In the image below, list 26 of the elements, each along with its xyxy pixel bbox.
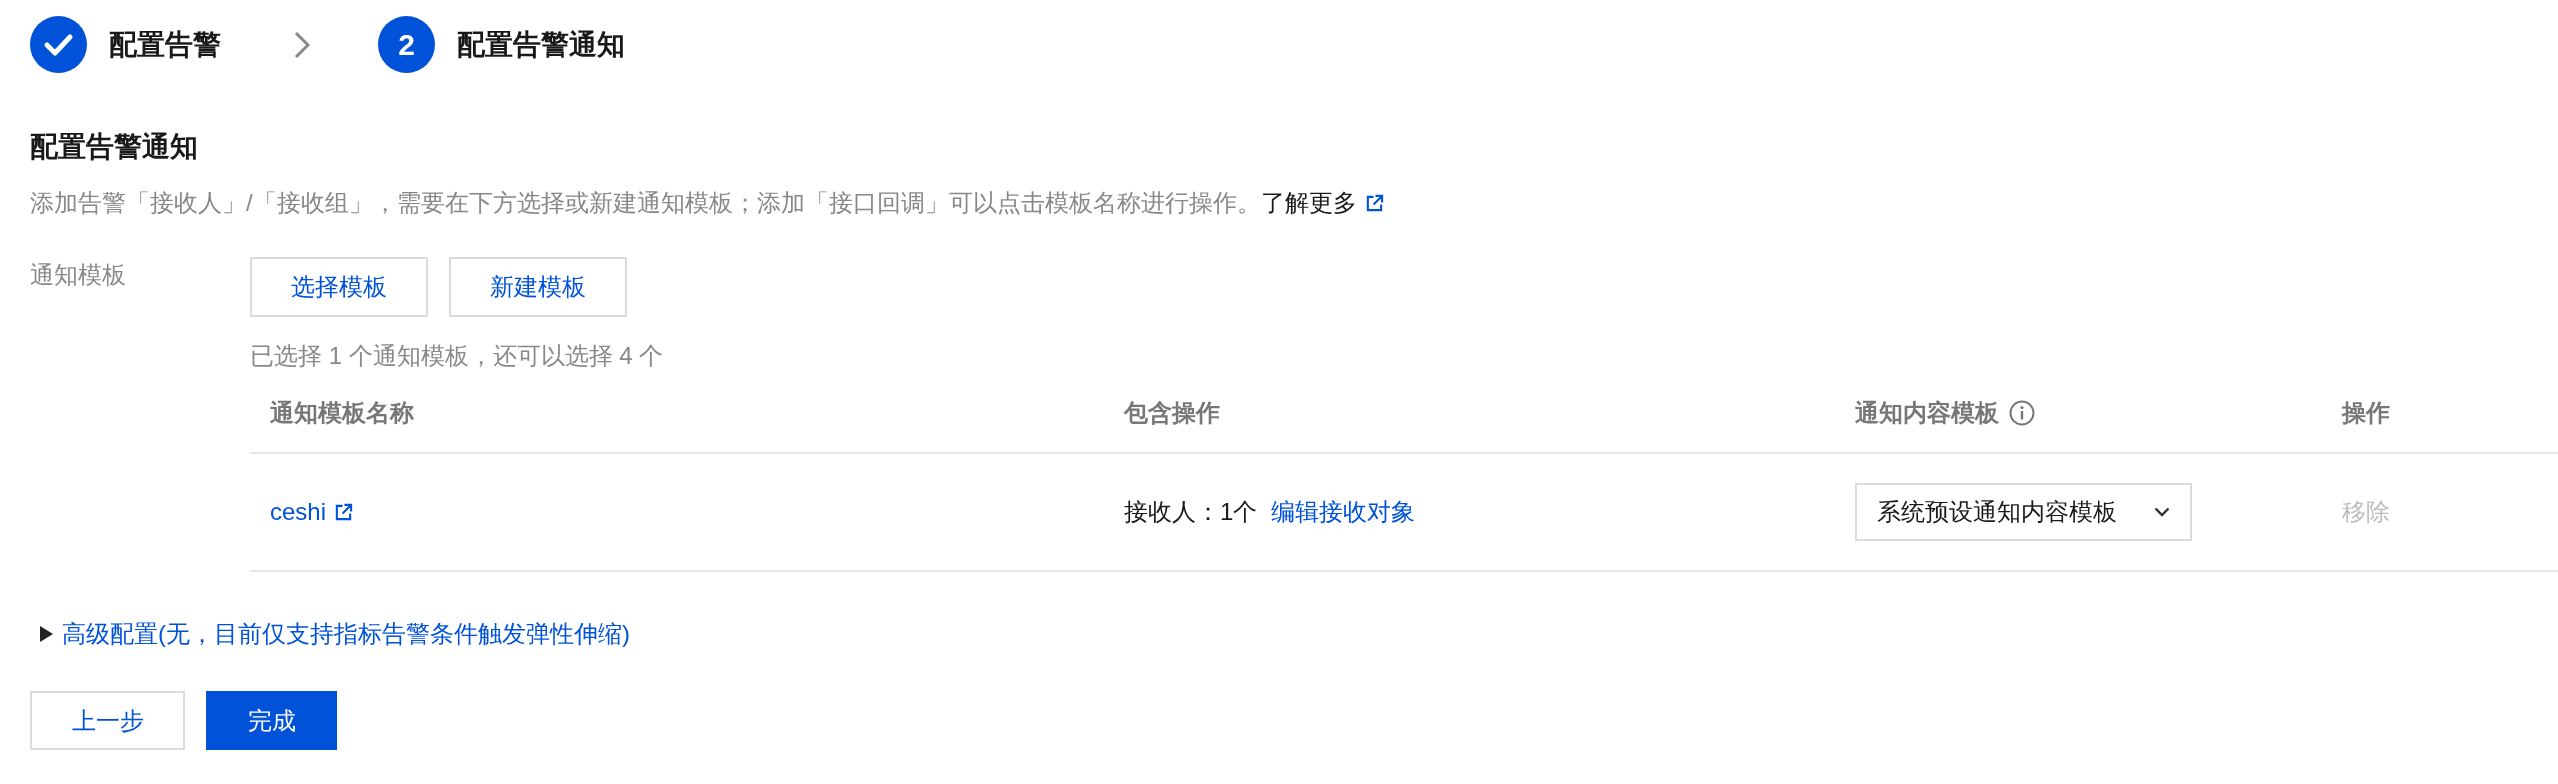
step-label: 配置告警通知 xyxy=(457,27,625,62)
previous-step-button[interactable]: 上一步 xyxy=(30,691,185,750)
info-icon[interactable] xyxy=(2009,400,2035,426)
finish-button[interactable]: 完成 xyxy=(206,691,337,750)
recipients-count: 接收人：1个 xyxy=(1124,497,1258,527)
step-label: 配置告警 xyxy=(109,27,221,62)
selection-hint: 已选择 1 个通知模板，还可以选择 4 个 xyxy=(250,341,665,371)
description-text: 添加告警「接收人」/「接收组」，需要在下方选择或新建通知模板；添加「接口回调」可以点击模板名称进行操作。 xyxy=(30,188,1261,218)
learn-more-link[interactable]: 了解更多 xyxy=(1260,185,1384,221)
chevron-right-icon xyxy=(294,30,310,59)
field-label: 通知模板 xyxy=(30,260,127,290)
content-template-dropdown[interactable]: 系统预设通知内容模板 xyxy=(1855,483,2192,541)
select-template-button[interactable]: 选择模板 xyxy=(250,257,428,317)
column-header: 通知模板名称 xyxy=(270,398,414,428)
advanced-settings-toggle[interactable]: 高级配置(无，目前仅支持指标告警条件触发弹性伸缩) xyxy=(40,616,630,652)
external-link-icon xyxy=(1364,193,1384,213)
edit-recipients-link[interactable]: 编辑接收对象 xyxy=(1271,496,1416,528)
new-template-button[interactable]: 新建模板 xyxy=(449,257,627,317)
column-header: 通知内容模板 xyxy=(1855,398,1999,428)
column-header: 包含操作 xyxy=(1124,398,1220,428)
template-name-link[interactable]: ceshi xyxy=(270,498,354,526)
chevron-down-icon xyxy=(2154,507,2170,517)
column-header: 操作 xyxy=(2342,398,2390,428)
step-number: 2 xyxy=(378,16,435,73)
section-title: 配置告警通知 xyxy=(30,130,199,164)
external-link-icon xyxy=(334,502,354,522)
